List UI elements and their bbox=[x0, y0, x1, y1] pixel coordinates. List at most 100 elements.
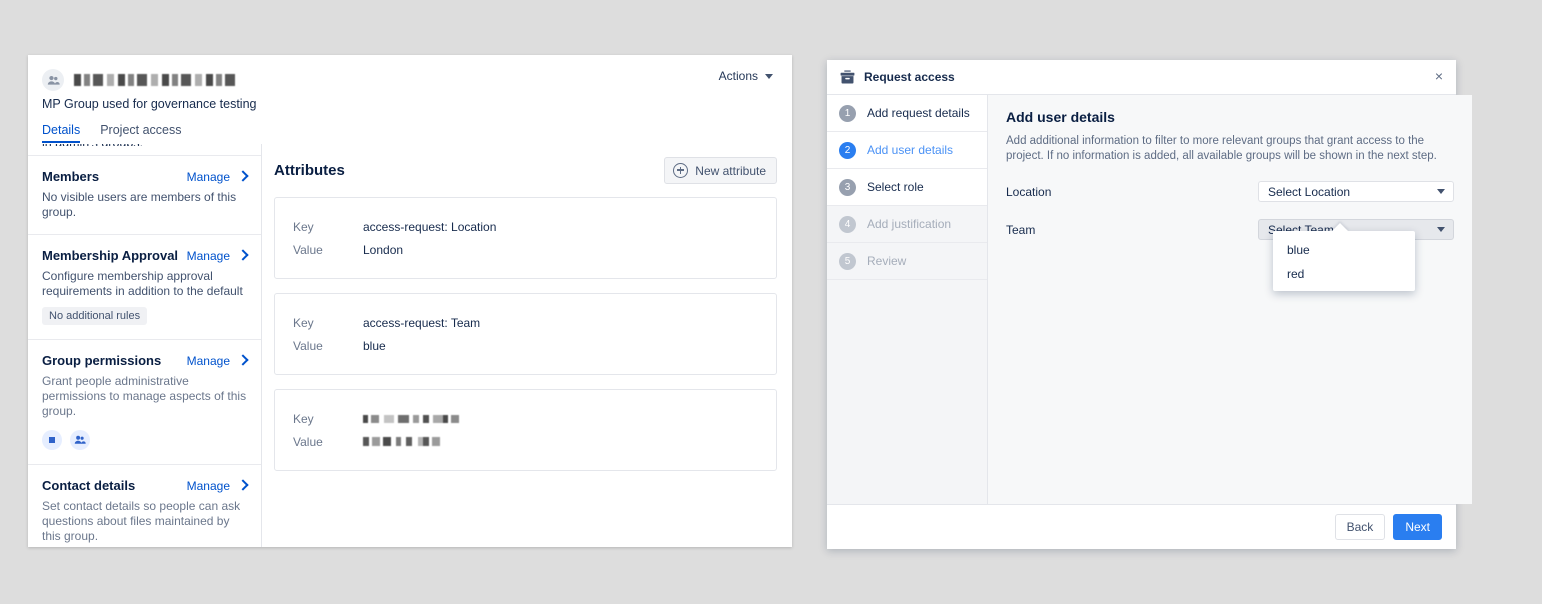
attribute-value-value: blue bbox=[363, 338, 386, 353]
section-members: Members Manage No visible users are memb… bbox=[28, 155, 261, 234]
tab-project-access[interactable]: Project access bbox=[100, 123, 181, 143]
section-header: Members Manage bbox=[42, 169, 249, 184]
attribute-key-value: access-request: Location bbox=[363, 219, 497, 234]
attribute-key-redacted bbox=[363, 414, 463, 423]
back-button[interactable]: Back bbox=[1334, 514, 1386, 540]
section-group-permissions: Group permissions Manage Grant people ad… bbox=[28, 339, 261, 464]
step-add-request-details[interactable]: 1 Add request details bbox=[827, 95, 987, 132]
step-review: 5 Review bbox=[827, 243, 987, 280]
briefcase-icon bbox=[840, 70, 855, 84]
dropdown-pointer bbox=[1331, 223, 1349, 232]
dialog-titlebar: Request access × bbox=[827, 60, 1456, 95]
manage-group-permissions-link[interactable]: Manage bbox=[186, 354, 249, 368]
page-title: Attributes bbox=[274, 162, 345, 179]
step-select-role[interactable]: 3 Select role bbox=[827, 169, 987, 206]
chevron-right-icon bbox=[237, 249, 249, 261]
dropdown-option-blue[interactable]: blue bbox=[1273, 238, 1415, 262]
attribute-card: Key Value bbox=[274, 389, 777, 471]
step-number: 3 bbox=[839, 178, 856, 196]
attribute-key-value: access-request: Team bbox=[363, 315, 481, 330]
step-number: 1 bbox=[839, 104, 856, 122]
step-label: Select role bbox=[867, 180, 924, 194]
close-icon[interactable]: × bbox=[1435, 69, 1443, 83]
location-select-value: Select Location bbox=[1268, 184, 1351, 199]
key-label: Key bbox=[293, 219, 314, 234]
group-details-panel: Actions MP Group used for governance tes… bbox=[28, 55, 792, 547]
step-add-user-details[interactable]: 2 Add user details bbox=[827, 132, 987, 169]
attribute-value-redacted bbox=[363, 437, 441, 446]
actions-label: Actions bbox=[718, 69, 758, 83]
location-select[interactable]: Select Location bbox=[1258, 181, 1454, 202]
manage-members-link[interactable]: Manage bbox=[187, 170, 249, 184]
attribute-value-row: Value bbox=[275, 430, 776, 453]
group-name-redacted bbox=[74, 74, 239, 86]
key-label: Key bbox=[293, 315, 314, 330]
attribute-key-row: Key access-request: Team bbox=[275, 311, 776, 334]
step-add-justification: 4 Add justification bbox=[827, 206, 987, 243]
manage-label: Manage bbox=[186, 354, 230, 368]
dialog-footer: Back Next bbox=[827, 504, 1456, 549]
team-label: Team bbox=[1006, 222, 1036, 237]
chevron-down-icon bbox=[765, 73, 773, 79]
step-label: Add request details bbox=[867, 106, 970, 120]
attribute-value-value: London bbox=[363, 242, 404, 257]
wizard-steps: 1 Add request details 2 Add user details… bbox=[827, 95, 988, 504]
attribute-value-row: Value London bbox=[275, 238, 776, 261]
manage-membership-approval-link[interactable]: Manage bbox=[186, 249, 249, 263]
pane-title: Add user details bbox=[1006, 109, 1115, 125]
chevron-down-icon bbox=[1437, 227, 1445, 232]
attribute-card: Key access-request: Location Value Londo… bbox=[274, 197, 777, 279]
step-number: 4 bbox=[839, 215, 856, 233]
manage-contact-details-link[interactable]: Manage bbox=[186, 479, 249, 493]
location-label: Location bbox=[1006, 184, 1052, 199]
group-sections-list: Members Manage No visible users are memb… bbox=[28, 141, 262, 547]
screen: Actions MP Group used for governance tes… bbox=[0, 0, 1542, 604]
section-header: Group permissions Manage bbox=[42, 353, 249, 368]
plus-circle-icon bbox=[673, 163, 689, 178]
attribute-value-row: Value blue bbox=[275, 334, 776, 357]
section-contact-details: Contact details Manage Set contact detai… bbox=[28, 464, 261, 547]
actions-button[interactable]: Actions bbox=[716, 67, 776, 85]
dialog-body: 1 Add request details 2 Add user details… bbox=[827, 95, 1472, 504]
group-body: in admin's groups. Members Manage No vis… bbox=[28, 136, 792, 547]
section-description: No visible users are members of this gro… bbox=[42, 190, 237, 219]
permission-avatars bbox=[42, 430, 247, 450]
section-title: Contact details bbox=[42, 478, 136, 493]
new-attribute-label: New attribute bbox=[695, 163, 766, 178]
value-label: Value bbox=[293, 434, 323, 449]
group-header: Actions MP Group used for governance tes… bbox=[28, 55, 792, 144]
section-description: Set contact details so people can ask qu… bbox=[42, 499, 241, 543]
manage-label: Manage bbox=[186, 479, 230, 493]
group-avatar-icon[interactable] bbox=[70, 430, 90, 450]
section-title: Membership Approval bbox=[42, 248, 179, 263]
attribute-key-row: Key access-request: Location bbox=[275, 215, 776, 238]
team-dropdown-menu: blue red bbox=[1273, 223, 1415, 291]
chevron-right-icon bbox=[237, 170, 249, 182]
chevron-right-icon bbox=[237, 354, 249, 366]
step-label: Add user details bbox=[867, 143, 954, 157]
section-description: Configure membership approval requiremen… bbox=[42, 269, 243, 298]
step-label: Add justification bbox=[867, 217, 952, 231]
attributes-header: Attributes New attribute bbox=[274, 155, 777, 184]
section-description: Grant people administrative permissions … bbox=[42, 374, 247, 418]
value-label: Value bbox=[293, 242, 323, 257]
section-header: Contact details Manage bbox=[42, 478, 249, 493]
pane-description: Add additional information to filter to … bbox=[1006, 135, 1437, 162]
request-access-dialog: Request access × 1 Add request details 2… bbox=[827, 60, 1472, 549]
dropdown-option-red[interactable]: red bbox=[1273, 262, 1415, 286]
attributes-panel: Attributes New attribute Key access-requ… bbox=[262, 141, 792, 547]
manage-label: Manage bbox=[186, 249, 230, 263]
tab-details[interactable]: Details bbox=[42, 123, 81, 143]
value-label: Value bbox=[293, 338, 323, 353]
user-avatar-icon[interactable] bbox=[42, 430, 62, 450]
next-button[interactable]: Next bbox=[1393, 514, 1442, 540]
step-label: Review bbox=[867, 254, 907, 268]
new-attribute-button[interactable]: New attribute bbox=[664, 157, 777, 184]
section-header: Membership Approval Manage bbox=[42, 248, 249, 263]
chevron-right-icon bbox=[237, 479, 249, 491]
no-additional-rules-badge: No additional rules bbox=[42, 307, 148, 325]
chevron-down-icon bbox=[1437, 189, 1445, 194]
group-title-row bbox=[28, 55, 792, 95]
section-title: Group permissions bbox=[42, 353, 162, 368]
key-label: Key bbox=[293, 411, 314, 426]
